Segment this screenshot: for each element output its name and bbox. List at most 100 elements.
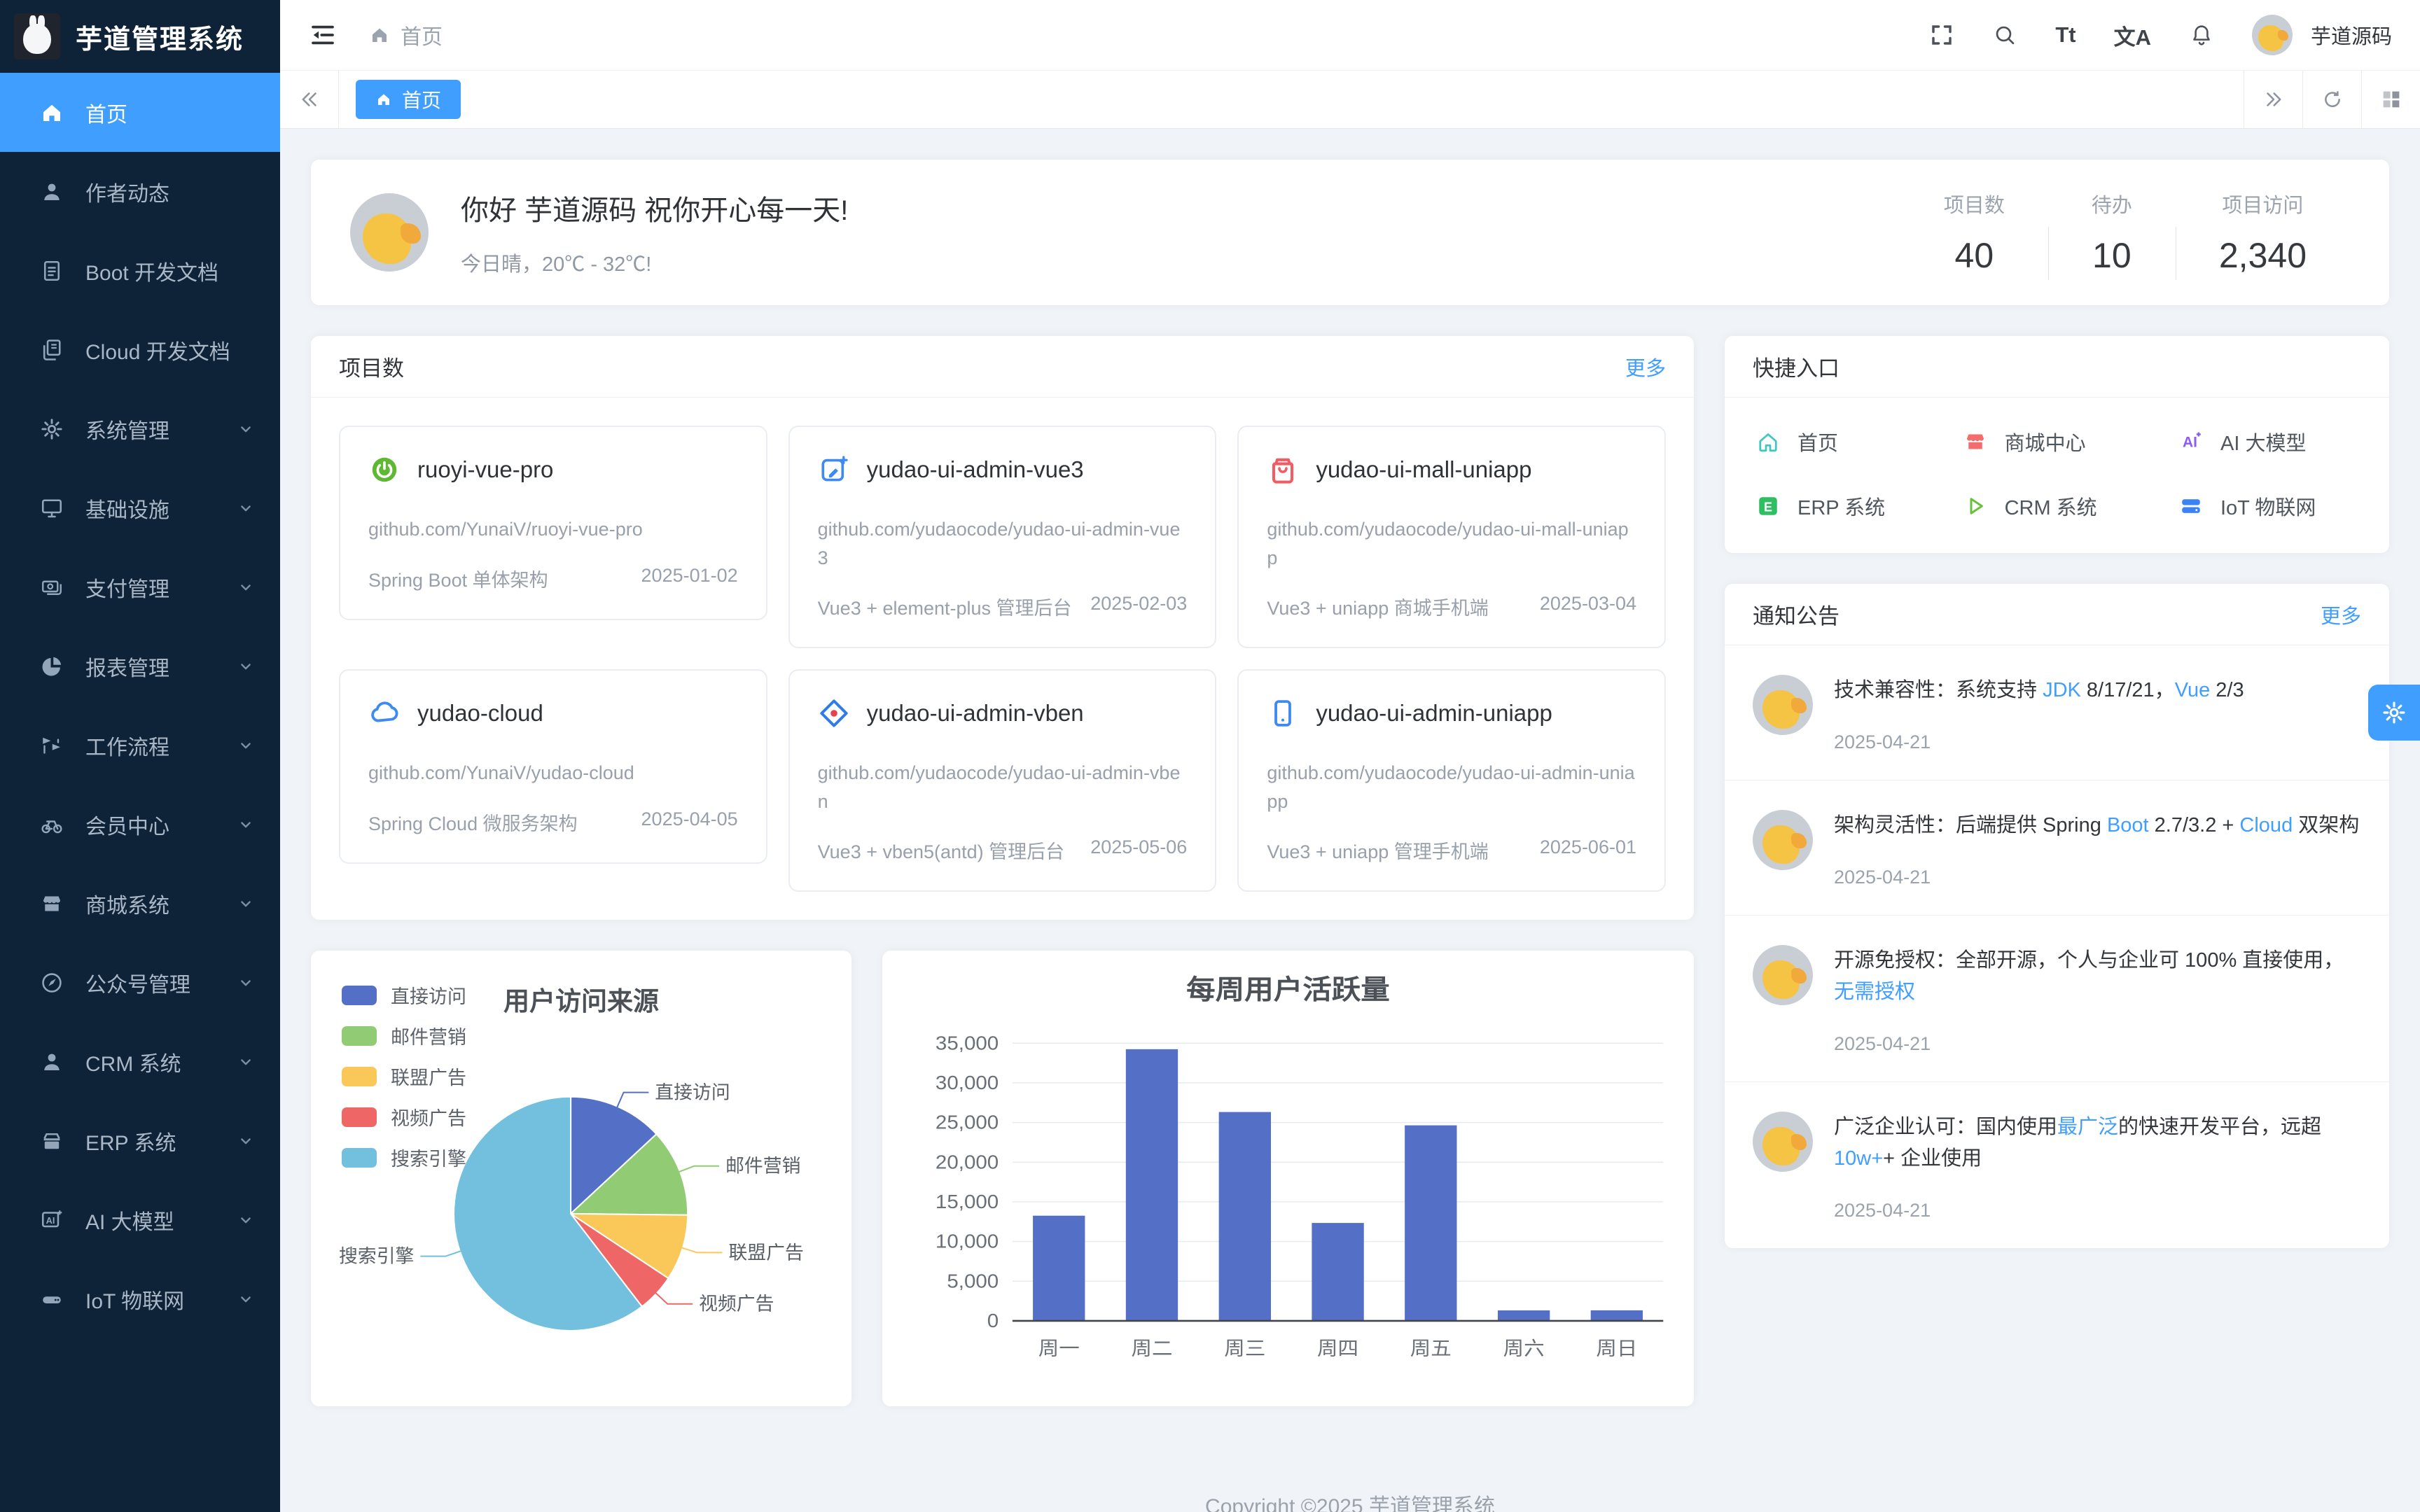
project-card-yudao-ui-admin-vue3[interactable]: yudao-ui-admin-vue3github.com/yudaocode/…	[788, 426, 1217, 648]
language-button[interactable]: 文A	[2114, 20, 2151, 51]
sidebar-item-label: 商城系统	[85, 888, 235, 919]
user-icon	[39, 179, 64, 204]
svg-text:周三: 周三	[1224, 1338, 1265, 1360]
bag-icon	[1267, 454, 1299, 486]
project-name: ruoyi-vue-pro	[417, 456, 553, 483]
legend-item[interactable]: 邮件营销	[342, 1022, 466, 1049]
user-avatar[interactable]	[2252, 15, 2293, 55]
gear-icon	[2381, 699, 2407, 726]
tabs-scroll-right-button[interactable]	[2244, 71, 2302, 128]
bar-chart: 每周用户活跃量05,00010,00015,00020,00025,00030,…	[882, 951, 1694, 1406]
project-desc: Vue3 + uniapp 管理手机端	[1267, 836, 1488, 864]
quick-entry-title: 快捷入口	[1753, 351, 1840, 382]
sidebar-item-crm[interactable]: CRM 系统	[0, 1022, 280, 1101]
quick-entry-home[interactable]: 首页	[1755, 427, 1963, 456]
svg-text:25,000: 25,000	[936, 1112, 999, 1134]
layout-grid-button[interactable]	[2361, 71, 2420, 128]
notice-title: 开源免授权：全部开源，个人与企业可 100% 直接使用，无需授权	[1834, 945, 2361, 1008]
qerp-icon: E	[1755, 493, 1781, 519]
notice-item[interactable]: 架构灵活性：后端提供 Spring Boot 2.7/3.2 + Cloud 双…	[1725, 780, 2389, 915]
sidebar-item-member[interactable]: 会员中心	[0, 785, 280, 864]
settings-float-button[interactable]	[2368, 685, 2420, 741]
sidebar-item-erp[interactable]: ERP 系统	[0, 1101, 280, 1180]
project-date: 2025-05-06	[1090, 836, 1187, 864]
box-icon	[39, 1128, 64, 1154]
project-name: yudao-ui-admin-uniapp	[1316, 700, 1552, 727]
quick-entry-erp[interactable]: EERP 系统	[1755, 491, 1963, 521]
stat-label: 待办	[2092, 189, 2132, 218]
chevron-down-icon	[235, 1130, 256, 1152]
bar-chart-card: 每周用户活跃量05,00010,00015,00020,00025,00030,…	[882, 951, 1694, 1406]
notification-bell-icon[interactable]	[2189, 22, 2214, 48]
project-name: yudao-ui-admin-vue3	[867, 456, 1084, 483]
legend-item[interactable]: 搜索引擎	[342, 1144, 466, 1171]
quick-entry-ai-model[interactable]: AIAI 大模型	[2178, 427, 2358, 456]
notice-item[interactable]: 技术兼容性：系统支持 JDK 8/17/21，Vue 2/32025-04-21	[1725, 645, 2389, 780]
app-logo[interactable]: 芋道管理系统	[0, 0, 280, 73]
svg-text:35,000: 35,000	[936, 1032, 999, 1054]
home-icon	[375, 91, 392, 108]
chevron-down-icon	[235, 893, 256, 914]
legend-label: 联盟广告	[391, 1063, 466, 1090]
home-icon	[39, 100, 64, 125]
quick-entry-crm[interactable]: CRM 系统	[1963, 491, 2178, 521]
fullscreen-icon[interactable]	[1929, 22, 1954, 48]
user-name[interactable]: 芋道源码	[2311, 20, 2392, 50]
stat-value: 40	[1944, 235, 2005, 276]
tab-home[interactable]: 首页	[356, 80, 461, 119]
notice-date: 2025-04-21	[1834, 1200, 2361, 1222]
sidebar-item-system[interactable]: 系统管理	[0, 389, 280, 468]
svg-text:20,000: 20,000	[936, 1152, 999, 1173]
sidebar-item-label: ERP 系统	[85, 1126, 235, 1156]
iot-icon	[39, 1287, 64, 1312]
notice-date: 2025-04-21	[1834, 1033, 2361, 1055]
collapse-menu-icon[interactable]	[308, 20, 338, 50]
chevron-down-icon	[235, 735, 256, 756]
stat-项目访问: 项目访问2,340	[2176, 189, 2350, 276]
sidebar-item-mall[interactable]: 商城系统	[0, 864, 280, 943]
project-card-yudao-ui-admin-uniapp[interactable]: yudao-ui-admin-uniappgithub.com/yudaocod…	[1237, 669, 1666, 892]
sidebar-item-infra[interactable]: 基础设施	[0, 468, 280, 547]
pay-icon	[39, 575, 64, 600]
project-name: yudao-ui-admin-vben	[867, 700, 1084, 727]
sidebar-item-author-news[interactable]: 作者动态	[0, 152, 280, 231]
project-card-yudao-ui-mall-uniapp[interactable]: yudao-ui-mall-uniappgithub.com/yudaocode…	[1237, 426, 1666, 648]
sidebar-item-label: 首页	[85, 97, 256, 128]
font-size-button[interactable]: Tt	[2055, 22, 2075, 48]
legend-item[interactable]: 直接访问	[342, 981, 466, 1009]
shop-icon	[39, 891, 64, 916]
topbar-actions: Tt 文A 芋道源码	[1929, 15, 2392, 55]
notice-item[interactable]: 广泛企业认可：国内使用最广泛的快速开发平台，远超 10w++ 企业使用2025-…	[1725, 1082, 2389, 1248]
sidebar-item-cloud-docs[interactable]: Cloud 开发文档	[0, 310, 280, 389]
sidebar-item-ai[interactable]: AIAI 大模型	[0, 1180, 280, 1259]
quick-entry-mall-center[interactable]: 商城中心	[1963, 427, 2178, 456]
compass-icon	[39, 970, 64, 995]
sidebar-item-home[interactable]: 首页	[0, 73, 280, 152]
sidebar-item-iot[interactable]: IoT 物联网	[0, 1259, 280, 1338]
page-content: 你好 芋道源码 祝你开心每一天! 今日晴，20℃ - 32℃! 项目数40待办1…	[280, 129, 2420, 1512]
project-date: 2025-04-05	[641, 808, 738, 836]
tabs-scroll-left-button[interactable]	[280, 71, 339, 128]
project-card-ruoyi-vue-pro[interactable]: ruoyi-vue-progithub.com/YunaiV/ruoyi-vue…	[339, 426, 767, 620]
project-card-yudao-ui-admin-vben[interactable]: yudao-ui-admin-vbengithub.com/yudaocode/…	[788, 669, 1217, 892]
sidebar-item-boot-docs[interactable]: Boot 开发文档	[0, 231, 280, 310]
quick-entry-iot[interactable]: IoT 物联网	[2178, 491, 2358, 521]
sidebar-item-label: 作者动态	[85, 176, 256, 207]
legend-item[interactable]: 视频广告	[342, 1103, 466, 1130]
breadcrumb-item[interactable]: 首页	[401, 20, 443, 50]
pie-icon	[39, 654, 64, 679]
sidebar-item-report[interactable]: 报表管理	[0, 626, 280, 706]
search-icon[interactable]	[1992, 22, 2017, 48]
svg-text:周一: 周一	[1038, 1338, 1080, 1360]
legend-item[interactable]: 联盟广告	[342, 1063, 466, 1090]
sidebar-item-workflow[interactable]: 工作流程	[0, 706, 280, 785]
notices-more-link[interactable]: 更多	[2321, 600, 2361, 629]
projects-more-link[interactable]: 更多	[1625, 352, 1666, 382]
project-card-yudao-cloud[interactable]: yudao-cloudgithub.com/YunaiV/yudao-cloud…	[339, 669, 767, 864]
notice-avatar	[1753, 810, 1813, 870]
sidebar-item-payment[interactable]: 支付管理	[0, 547, 280, 626]
refresh-button[interactable]	[2302, 71, 2361, 128]
notice-item[interactable]: 开源免授权：全部开源，个人与企业可 100% 直接使用，无需授权 2025-04-…	[1725, 915, 2389, 1082]
sidebar-item-mp[interactable]: 公众号管理	[0, 943, 280, 1022]
svg-text:视频广告: 视频广告	[699, 1294, 774, 1315]
